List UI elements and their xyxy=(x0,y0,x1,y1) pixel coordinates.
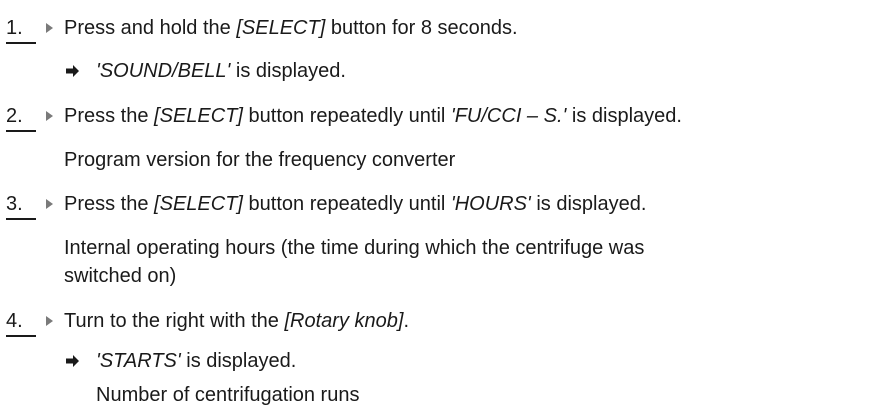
step-note: Program version for the frequency conver… xyxy=(64,149,456,171)
step-note-line-2: switched on) xyxy=(64,265,177,287)
step-instruction: Turn to the right with the [Rotary knob]… xyxy=(64,310,409,332)
instruction-list: 1. Press and hold the [SELECT] button fo… xyxy=(0,0,871,412)
step-number: 3. xyxy=(6,190,36,220)
step-number: 4. xyxy=(6,307,36,337)
step-number: 2. xyxy=(6,102,36,132)
step-arrow-icon xyxy=(46,23,53,33)
step-number: 1. xyxy=(6,14,36,44)
step-note-line-1: Internal operating hours (the time durin… xyxy=(64,237,645,259)
right-arrow-icon xyxy=(66,65,79,77)
step-note: Number of centrifugation runs xyxy=(96,384,360,406)
step-arrow-icon xyxy=(46,199,53,209)
step-instruction: Press and hold the [SELECT] button for 8… xyxy=(64,17,518,39)
step-instruction: Press the [SELECT] button repeatedly unt… xyxy=(64,193,647,215)
right-arrow-icon xyxy=(66,355,79,367)
step-arrow-icon xyxy=(46,316,53,326)
step-arrow-icon xyxy=(46,111,53,121)
step-result: 'STARTS' is displayed. xyxy=(96,350,297,372)
step-result: 'SOUND/BELL' is displayed. xyxy=(96,60,346,82)
step-instruction: Press the [SELECT] button repeatedly unt… xyxy=(64,105,682,127)
